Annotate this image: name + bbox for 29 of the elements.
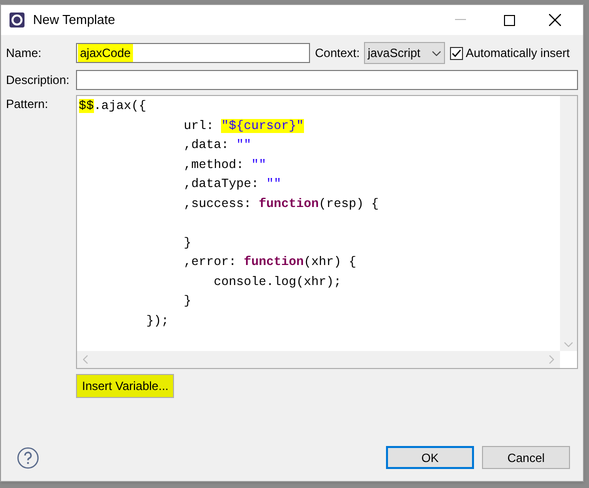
description-label: Description: <box>6 72 70 89</box>
app-icon <box>9 12 25 28</box>
window-title: New Template <box>33 11 116 30</box>
auto-insert-checkbox[interactable] <box>450 46 463 60</box>
code-line: ,data: "" <box>182 137 252 154</box>
code-line: ,error: function(xhr) { <box>182 254 358 271</box>
pattern-label: Pattern: <box>6 96 50 111</box>
code-line: }); <box>145 312 170 330</box>
code-line: url: "${cursor}" <box>182 118 305 134</box>
dialog-button[interactable]: OK <box>386 446 474 469</box>
description-field[interactable] <box>76 70 578 90</box>
code-line: } <box>182 293 192 310</box>
close-icon[interactable] <box>549 14 561 26</box>
code-line: $$.ajax({ <box>78 98 148 115</box>
help-icon[interactable] <box>17 446 39 468</box>
code-line: ,success: function(resp) { <box>182 196 380 212</box>
context-dropdown[interactable]: javaScript <box>364 42 445 64</box>
name-label: Name: <box>6 45 42 62</box>
context-label: Context: <box>315 45 360 62</box>
maximize-icon[interactable] <box>504 14 515 26</box>
auto-insert-label: Automatically insert <box>466 45 570 62</box>
dialog-button[interactable]: Cancel <box>482 446 570 469</box>
name-field[interactable]: ajaxCode <box>76 43 310 63</box>
insert-variable-button[interactable]: Insert Variable... <box>76 374 174 398</box>
code-line: console.log(xhr); <box>212 274 342 290</box>
code-line: ,dataType: "" <box>182 176 282 193</box>
code-line: } <box>182 234 192 252</box>
code-line: ,method: "" <box>182 156 268 174</box>
chevron-down-icon <box>432 50 441 56</box>
